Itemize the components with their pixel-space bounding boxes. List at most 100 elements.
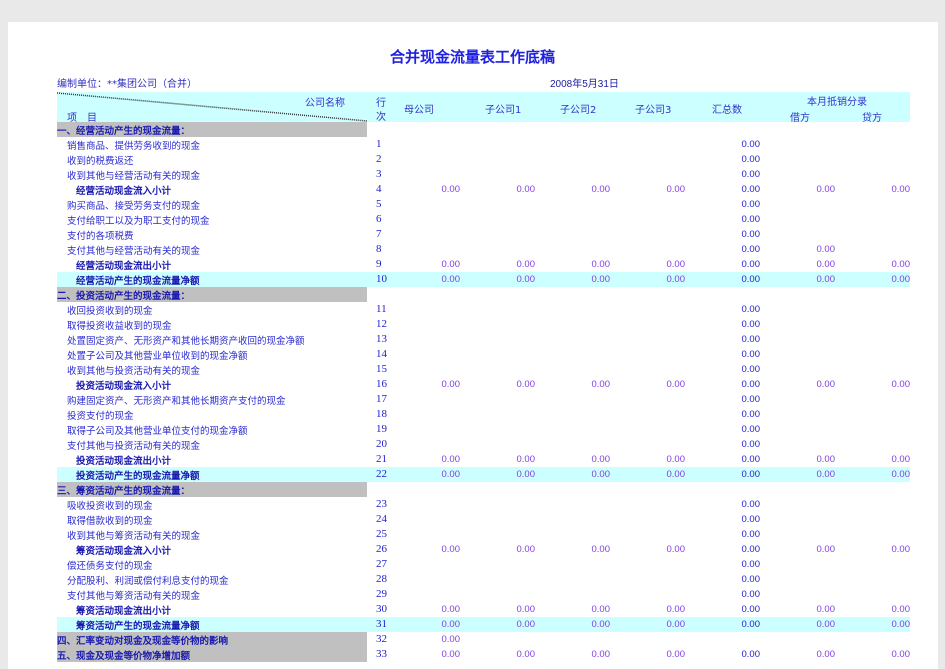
cell-parent[interactable]: 0.00 <box>390 184 461 195</box>
row-number[interactable]: 23 <box>376 498 387 510</box>
row-label[interactable]: 收到其他与筹资活动有关的现金 <box>67 528 200 542</box>
row-label[interactable]: 二、投资活动产生的现金流量： <box>57 288 190 302</box>
row-label[interactable]: 分配股利、利润或偿付利息支付的现金 <box>67 573 229 587</box>
row-number[interactable]: 17 <box>376 393 387 405</box>
cell-sub1[interactable]: 0.00 <box>465 184 536 195</box>
cell-sub2[interactable]: 0.00 <box>540 619 611 630</box>
cell-sub2[interactable]: 0.00 <box>540 469 611 480</box>
cell-total[interactable]: 0.00 <box>690 349 761 360</box>
row-label[interactable]: 筹资活动现金流出小计 <box>76 603 171 617</box>
row-label[interactable]: 投资活动现金流入小计 <box>76 378 171 392</box>
cell-total[interactable]: 0.00 <box>690 394 761 405</box>
row-label[interactable]: 偿还债务支付的现金 <box>67 558 153 572</box>
cell-debit[interactable]: 0.00 <box>765 454 836 465</box>
cell-total[interactable]: 0.00 <box>690 244 761 255</box>
row-number[interactable]: 11 <box>376 303 387 315</box>
row-number[interactable]: 10 <box>376 273 387 285</box>
cell-sub1[interactable]: 0.00 <box>465 649 536 660</box>
row-label[interactable]: 经营活动现金流出小计 <box>76 258 171 272</box>
cell-total[interactable]: 0.00 <box>690 469 761 480</box>
cell-debit[interactable]: 0.00 <box>765 274 836 285</box>
row-number[interactable]: 2 <box>376 153 382 165</box>
cell-credit[interactable]: 0.00 <box>840 184 911 195</box>
cell-total[interactable]: 0.00 <box>690 274 761 285</box>
row-number[interactable]: 21 <box>376 453 387 465</box>
row-number[interactable]: 4 <box>376 183 382 195</box>
cell-total[interactable]: 0.00 <box>690 379 761 390</box>
row-number[interactable]: 5 <box>376 198 382 210</box>
row-number[interactable]: 18 <box>376 408 387 420</box>
cell-total[interactable]: 0.00 <box>690 139 761 150</box>
row-number[interactable]: 9 <box>376 258 382 270</box>
row-number[interactable]: 25 <box>376 528 387 540</box>
cell-debit[interactable]: 0.00 <box>765 649 836 660</box>
row-number[interactable]: 19 <box>376 423 387 435</box>
cell-parent[interactable]: 0.00 <box>390 604 461 615</box>
row-label[interactable]: 购建固定资产、无形资产和其他长期资产支付的现金 <box>67 393 286 407</box>
cell-sub1[interactable]: 0.00 <box>465 454 536 465</box>
cell-sub1[interactable]: 0.00 <box>465 259 536 270</box>
cell-total[interactable]: 0.00 <box>690 169 761 180</box>
row-number[interactable]: 28 <box>376 573 387 585</box>
row-number[interactable]: 8 <box>376 243 382 255</box>
row-label[interactable]: 销售商品、提供劳务收到的现金 <box>67 138 200 152</box>
cell-sub3[interactable]: 0.00 <box>615 454 686 465</box>
cell-sub3[interactable]: 0.00 <box>615 259 686 270</box>
row-label[interactable]: 投资活动产生的现金流量净额 <box>76 468 200 482</box>
row-label[interactable]: 筹资活动产生的现金流量净额 <box>76 618 200 632</box>
row-label[interactable]: 经营活动现金流入小计 <box>76 183 171 197</box>
cell-sub1[interactable]: 0.00 <box>465 619 536 630</box>
row-label[interactable]: 收到其他与经营活动有关的现金 <box>67 168 200 182</box>
cell-total[interactable]: 0.00 <box>690 514 761 525</box>
row-label[interactable]: 筹资活动现金流入小计 <box>76 543 171 557</box>
row-number[interactable]: 24 <box>376 513 387 525</box>
cell-total[interactable]: 0.00 <box>690 214 761 225</box>
cell-sub2[interactable]: 0.00 <box>540 184 611 195</box>
row-number[interactable]: 13 <box>376 333 387 345</box>
cell-total[interactable]: 0.00 <box>690 229 761 240</box>
row-label[interactable]: 一、经营活动产生的现金流量： <box>57 123 190 137</box>
cell-sub1[interactable]: 0.00 <box>465 604 536 615</box>
row-label[interactable]: 投资活动现金流出小计 <box>76 453 171 467</box>
cell-total[interactable]: 0.00 <box>690 619 761 630</box>
cell-sub3[interactable]: 0.00 <box>615 379 686 390</box>
row-number[interactable]: 7 <box>376 228 382 240</box>
cell-parent[interactable]: 0.00 <box>390 634 461 645</box>
cell-sub3[interactable]: 0.00 <box>615 604 686 615</box>
cell-sub3[interactable]: 0.00 <box>615 544 686 555</box>
row-label[interactable]: 处置固定资产、无形资产和其他长期资产收回的现金净额 <box>67 333 305 347</box>
cell-parent[interactable]: 0.00 <box>390 469 461 480</box>
cell-total[interactable]: 0.00 <box>690 304 761 315</box>
cell-debit[interactable]: 0.00 <box>765 244 836 255</box>
cell-total[interactable]: 0.00 <box>690 589 761 600</box>
cell-credit[interactable]: 0.00 <box>840 604 911 615</box>
cell-parent[interactable]: 0.00 <box>390 649 461 660</box>
cell-total[interactable]: 0.00 <box>690 499 761 510</box>
row-label[interactable]: 支付其他与筹资活动有关的现金 <box>67 588 200 602</box>
cell-credit[interactable]: 0.00 <box>840 469 911 480</box>
row-label[interactable]: 收到的税费返还 <box>67 153 134 167</box>
row-label[interactable]: 五、现金及现金等价物净增加额 <box>57 648 190 662</box>
cell-debit[interactable]: 0.00 <box>765 469 836 480</box>
cell-debit[interactable]: 0.00 <box>765 604 836 615</box>
cell-total[interactable]: 0.00 <box>690 409 761 420</box>
cell-sub1[interactable]: 0.00 <box>465 379 536 390</box>
row-number[interactable]: 31 <box>376 618 387 630</box>
cell-total[interactable]: 0.00 <box>690 574 761 585</box>
cell-sub3[interactable]: 0.00 <box>615 469 686 480</box>
cell-sub1[interactable]: 0.00 <box>465 274 536 285</box>
row-label[interactable]: 收回投资收到的现金 <box>67 303 153 317</box>
cell-credit[interactable]: 0.00 <box>840 649 911 660</box>
cell-total[interactable]: 0.00 <box>690 259 761 270</box>
cell-total[interactable]: 0.00 <box>690 424 761 435</box>
row-label[interactable]: 投资支付的现金 <box>67 408 134 422</box>
row-number[interactable]: 22 <box>376 468 387 480</box>
row-label[interactable]: 购买商品、接受劳务支付的现金 <box>67 198 200 212</box>
cell-total[interactable]: 0.00 <box>690 334 761 345</box>
cell-sub2[interactable]: 0.00 <box>540 379 611 390</box>
row-number[interactable]: 6 <box>376 213 382 225</box>
row-label[interactable]: 处置子公司及其他营业单位收到的现金净额 <box>67 348 248 362</box>
cell-total[interactable]: 0.00 <box>690 559 761 570</box>
cell-credit[interactable]: 0.00 <box>840 619 911 630</box>
cell-total[interactable]: 0.00 <box>690 439 761 450</box>
